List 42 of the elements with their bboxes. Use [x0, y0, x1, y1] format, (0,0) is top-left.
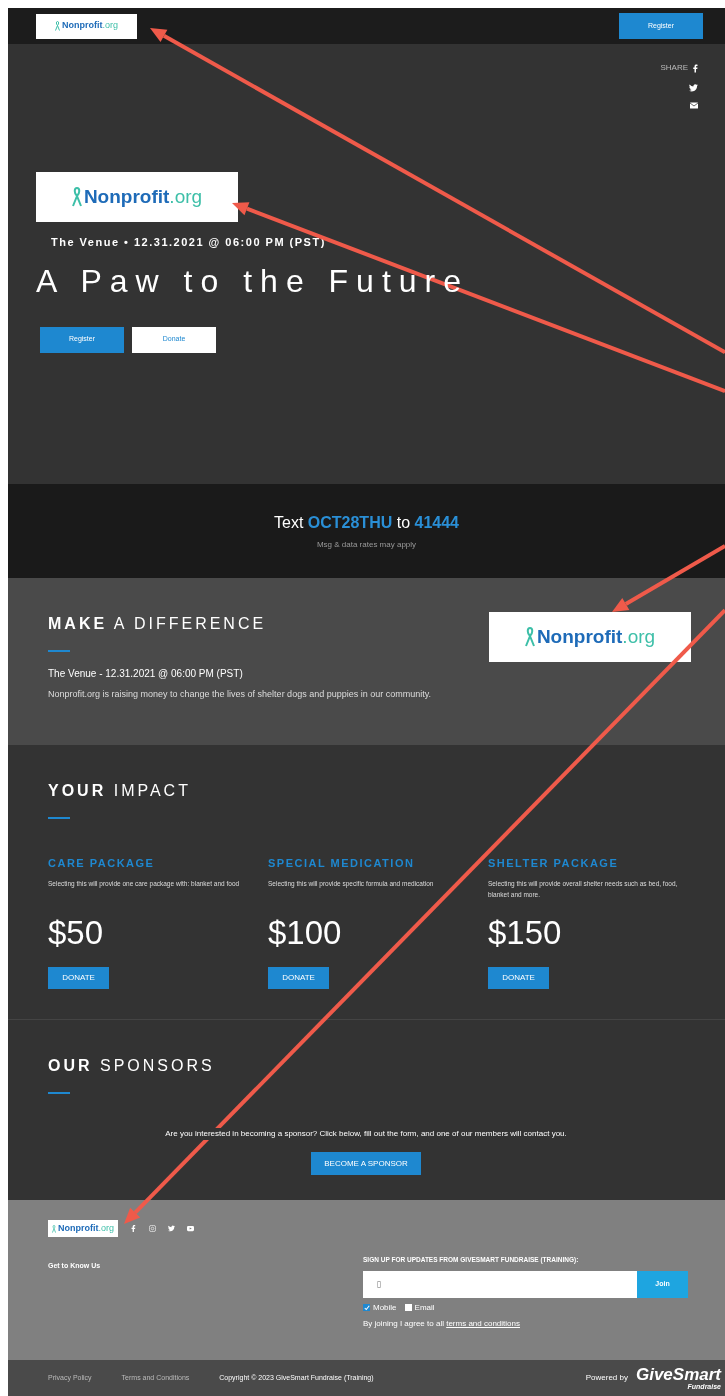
section-heading: YOUR IMPACT: [48, 781, 192, 801]
checkbox-label: Mobile: [373, 1301, 397, 1314]
rates-note: Msg & data rates may apply: [316, 539, 417, 551]
ribbon-icon: [524, 625, 535, 649]
checkbox[interactable]: [363, 1304, 370, 1312]
mail-icon[interactable]: [690, 102, 698, 109]
ribbon-icon: [71, 185, 82, 209]
logo: Nonprofit.org: [489, 612, 691, 662]
text-to-give-message: Text OCT28THU to 41444: [274, 513, 459, 533]
sponsor-text: Are you interested in becoming a sponsor? Click below, fill out the form, and one of our members will contact you.: [165, 1128, 567, 1140]
section-heading: OUR SPONSORS: [48, 1056, 216, 1076]
event-description: Nonprofit.org is raising money to change the lives of shelter dogs and puppies in our community.: [48, 688, 433, 701]
checkbox[interactable]: [404, 1304, 412, 1312]
terms-notice: By joining I agree to all terms and conditions: [363, 1317, 521, 1330]
package-amount: $150: [488, 912, 563, 953]
terms-link[interactable]: terms and conditions: [446, 1318, 520, 1328]
package-title: CARE PACKAGE: [48, 856, 156, 871]
share-label: SHARE: [660, 62, 688, 74]
donate-button[interactable]: DONATE: [488, 967, 549, 989]
logo: Nonprofit.org: [36, 172, 238, 222]
facebook-icon[interactable]: [693, 63, 698, 73]
youtube-icon[interactable]: [187, 1225, 194, 1232]
ribbon-icon: [55, 20, 60, 32]
package-title: SHELTER PACKAGE: [488, 856, 620, 871]
logo: Nonprofit.org: [36, 13, 137, 39]
twitter-icon[interactable]: [689, 84, 698, 92]
powered-by-label: Powered by: [585, 1372, 628, 1384]
package-amount: $50: [48, 912, 105, 953]
package-title: SPECIAL MEDICATION: [268, 856, 416, 871]
become-sponsor-button[interactable]: BECOME A SPONSOR: [311, 1152, 421, 1175]
event-date: The Venue - 12.31.2021 @ 06:00 PM (PST): [48, 667, 244, 681]
donate-button[interactable]: DONATE: [48, 967, 109, 989]
event-subtitle: The Venue • 12.31.2021 @ 06:00 PM (PST): [51, 235, 327, 250]
ribbon-icon: [52, 1223, 56, 1234]
phone-icon: [377, 1280, 381, 1288]
package-amount: $100: [268, 912, 343, 953]
instagram-icon[interactable]: [149, 1225, 156, 1232]
phone-input[interactable]: [363, 1270, 637, 1298]
donate-button[interactable]: DONATE: [268, 967, 329, 989]
checkbox-label: Email: [414, 1301, 435, 1314]
section-heading: MAKE A DIFFERENCE: [48, 614, 268, 634]
logo: Nonprofit.org: [48, 1220, 118, 1237]
